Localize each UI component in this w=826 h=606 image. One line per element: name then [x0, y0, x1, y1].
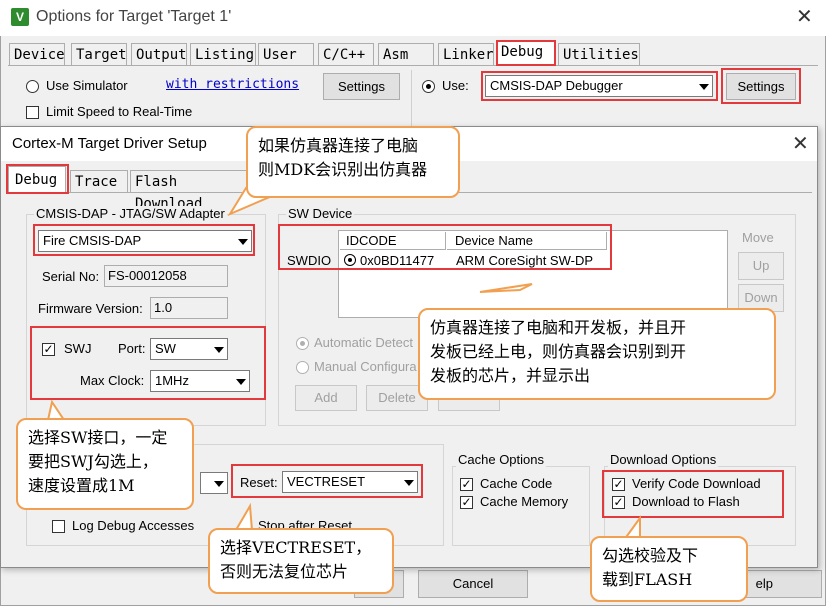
callout-4-line-2: 否则无法复位芯片 — [220, 562, 349, 581]
callout-5-line-1: 勾选校验及下 — [602, 546, 699, 565]
callout-2-line-2: 发板已经上电，则仿真器会识别到开 — [430, 342, 687, 361]
callout-3-line-3: 速度设置成1M — [28, 476, 135, 495]
callout-download-options: 勾选校验及下 载到FLASH — [590, 536, 748, 602]
callout-1-line-2: 则MDK会识别出仿真器 — [258, 160, 428, 179]
callout-pointers — [46, 186, 641, 541]
callout-adapter-detected: 如果仿真器连接了电脑 则MDK会识别出仿真器 — [246, 126, 460, 198]
callout-2-line-3: 发板的芯片，并显示出 — [430, 366, 591, 385]
callout-2-line-1: 仿真器连接了电脑和开发板，并且开 — [430, 318, 687, 337]
callout-5-line-2: 载到FLASH — [602, 570, 693, 589]
callout-4-pointer — [234, 502, 254, 531]
callout-chip-detected: 仿真器连接了电脑和开发板，并且开 发板已经上电，则仿真器会识别到开 发板的芯片，… — [418, 308, 776, 400]
callout-3-line-1: 选择SW接口，一定 — [28, 428, 168, 447]
callout-1-line-1: 如果仿真器连接了电脑 — [258, 136, 419, 155]
callout-2-pointer — [479, 283, 533, 293]
callout-4-line-1: 选择VECTRESET， — [220, 538, 372, 557]
callout-reset-select: 选择VECTRESET， 否则无法复位芯片 — [208, 528, 394, 594]
callout-swj-settings: 选择SW接口，一定 要把SWJ勾选上， 速度设置成1M — [16, 418, 194, 510]
callout-3-line-2: 要把SWJ勾选上， — [28, 452, 158, 471]
